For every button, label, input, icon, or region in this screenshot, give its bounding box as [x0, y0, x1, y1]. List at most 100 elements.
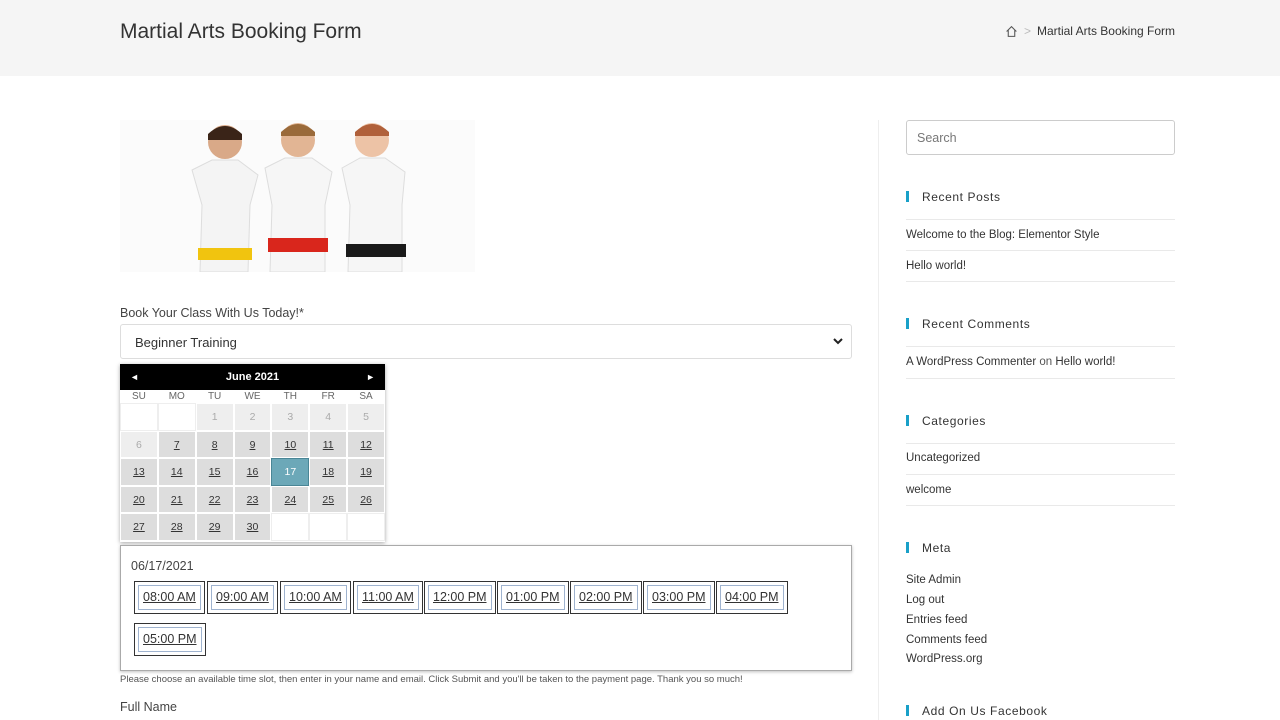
chevron-down-icon — [833, 338, 843, 345]
previous-month-icon[interactable]: ◄ — [130, 372, 139, 382]
weekday-label: MO — [168, 391, 185, 402]
calendar-day[interactable]: 13 — [120, 458, 158, 486]
calendar-empty-cell — [157, 403, 196, 431]
time-slot-button[interactable]: 01:00 PM — [497, 581, 569, 614]
recent-post-link[interactable]: Hello world! — [906, 260, 966, 272]
meta-link-log-out[interactable]: Log out — [906, 594, 944, 606]
time-slot-label: 04:00 PM — [720, 585, 784, 610]
calendar-day[interactable]: 25 — [309, 485, 348, 514]
time-slot-button[interactable]: 02:00 PM — [570, 581, 642, 614]
calendar-day[interactable]: 15 — [195, 458, 234, 486]
comment-author-link[interactable]: A WordPress Commenter — [906, 356, 1036, 368]
page-header: Martial Arts Booking Form > Martial Arts… — [0, 0, 1280, 76]
time-slot-label: 08:00 AM — [138, 585, 201, 610]
divider — [906, 443, 1175, 444]
meta-link-wordpress-org[interactable]: WordPress.org — [906, 653, 982, 665]
time-slot-label: 12:00 PM — [428, 585, 492, 610]
recent-comment: A WordPress Commenter on Hello world! — [906, 356, 1115, 368]
meta-link-entries-feed[interactable]: Entries feed — [906, 614, 967, 626]
divider — [906, 219, 1175, 220]
time-slot-button[interactable]: 08:00 AM — [134, 581, 205, 614]
breadcrumb: > Martial Arts Booking Form — [1005, 24, 1175, 38]
calendar-day[interactable]: 26 — [347, 485, 385, 514]
calendar-empty-cell — [120, 403, 158, 431]
calendar-day[interactable]: 22 — [195, 485, 234, 514]
time-slot-button[interactable]: 09:00 AM — [207, 581, 278, 614]
calendar-day[interactable]: 11 — [309, 430, 348, 459]
time-slot-button[interactable]: 03:00 PM — [643, 581, 715, 614]
breadcrumb-separator: > — [1023, 24, 1031, 38]
calendar-day[interactable]: 9 — [233, 430, 272, 459]
time-slot-label: 11:00 AM — [357, 585, 419, 610]
calendar-day[interactable]: 14 — [157, 458, 196, 486]
divider — [906, 505, 1175, 506]
calendar-weekdays: SU MO TU WE TH FR SA — [120, 390, 385, 403]
calendar-day[interactable]: 8 — [195, 430, 234, 459]
calendar-day[interactable]: 29 — [195, 513, 234, 541]
time-slot-label: 09:00 AM — [211, 585, 274, 610]
calendar-day: 1 — [195, 403, 234, 431]
comment-post-link[interactable]: Hello world! — [1055, 356, 1115, 368]
recent-posts-title: Recent Posts — [906, 190, 1001, 204]
divider — [906, 346, 1175, 347]
calendar-day[interactable]: 24 — [271, 485, 310, 514]
divider — [906, 474, 1175, 475]
calendar-day: 5 — [347, 403, 385, 431]
next-month-icon[interactable]: ► — [366, 372, 375, 382]
calendar-day[interactable]: 18 — [309, 458, 348, 486]
time-slot-label: 03:00 PM — [647, 585, 711, 610]
weekday-label: SU — [131, 391, 146, 402]
facebook-widget-title: Add On Us Facebook — [906, 704, 1048, 718]
class-select-label: Book Your Class With Us Today!* — [120, 306, 304, 320]
time-slot-button[interactable]: 05:00 PM — [134, 623, 206, 656]
calendar-empty-cell — [347, 513, 385, 541]
meta-link-comments-feed[interactable]: Comments feed — [906, 634, 987, 646]
calendar-day-selected[interactable]: 17 — [271, 458, 310, 486]
recent-post-link[interactable]: Welcome to the Blog: Elementor Style — [906, 229, 1099, 241]
search-input[interactable] — [906, 120, 1175, 155]
calendar-day[interactable]: 16 — [233, 458, 272, 486]
breadcrumb-current: Martial Arts Booking Form — [1036, 24, 1175, 38]
time-slot-label: 02:00 PM — [574, 585, 638, 610]
calendar-days: 1 2 3 4 5 6 7 8 9 10 11 12 13 14 15 16 17 18 19 20 21 22 23 24 2… — [120, 403, 385, 541]
weekday-label: TH — [283, 391, 298, 402]
calendar-header: ◄ June 2021 ► — [120, 364, 385, 390]
time-slot-label: 01:00 PM — [501, 585, 565, 610]
time-slot-label: 05:00 PM — [138, 627, 202, 652]
calendar-day[interactable]: 21 — [157, 485, 196, 514]
meta-link-site-admin[interactable]: Site Admin — [906, 574, 961, 586]
category-link[interactable]: Uncategorized — [906, 452, 980, 464]
recent-comments-title: Recent Comments — [906, 317, 1030, 331]
calendar-day[interactable]: 7 — [157, 430, 196, 459]
time-slot-button[interactable]: 04:00 PM — [716, 581, 788, 614]
calendar-day[interactable]: 28 — [157, 513, 196, 541]
category-link[interactable]: welcome — [906, 484, 951, 496]
weekday-label: WE — [244, 391, 261, 402]
meta-title: Meta — [906, 541, 951, 555]
weekday-label: SA — [359, 391, 373, 402]
time-slots-panel: 06/17/2021 08:00 AM 09:00 AM 10:00 AM 11:00… — [120, 545, 852, 671]
time-slot-button[interactable]: 12:00 PM — [424, 581, 496, 614]
page-title: Martial Arts Booking Form — [120, 20, 362, 43]
full-name-label: Full Name — [120, 700, 177, 714]
class-select-value: Beginner Training — [135, 335, 237, 350]
time-slot-button[interactable]: 10:00 AM — [280, 581, 351, 614]
calendar-day[interactable]: 30 — [233, 513, 272, 541]
divider — [906, 281, 1175, 282]
calendar-day[interactable]: 12 — [347, 430, 385, 459]
class-select[interactable]: Beginner Training — [120, 324, 852, 359]
instructions-note: Please choose an available time slot, th… — [120, 674, 743, 685]
calendar-day[interactable]: 27 — [120, 513, 158, 541]
calendar-day[interactable]: 10 — [271, 430, 310, 459]
calendar-day[interactable]: 20 — [120, 485, 158, 514]
home-icon[interactable] — [1005, 25, 1018, 38]
calendar-day[interactable]: 23 — [233, 485, 272, 514]
calendar-day: 3 — [271, 403, 310, 431]
selected-date: 06/17/2021 — [131, 559, 194, 573]
time-slot-button[interactable]: 11:00 AM — [353, 581, 423, 614]
weekday-label: TU — [207, 391, 222, 402]
divider — [906, 378, 1175, 379]
calendar-day[interactable]: 19 — [347, 458, 385, 486]
calendar-day: 6 — [120, 430, 158, 459]
divider — [906, 250, 1175, 251]
